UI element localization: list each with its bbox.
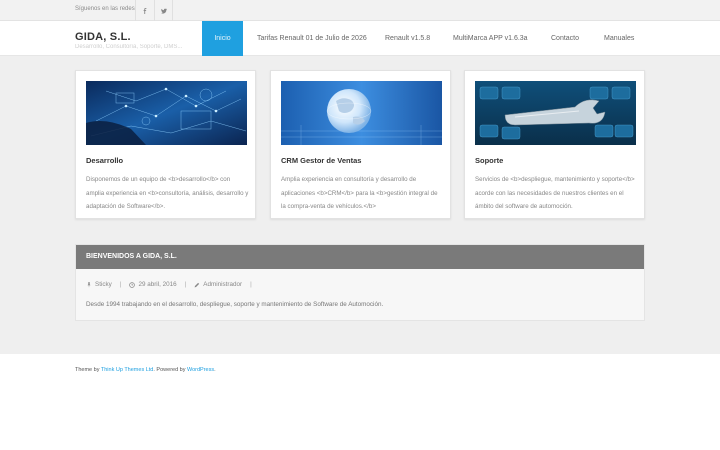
- nav-item-renault-v158[interactable]: Renault v1.5.8: [371, 21, 440, 56]
- twitter-icon: [160, 8, 167, 14]
- wordpress-link[interactable]: WordPress: [187, 367, 214, 373]
- nav-item-contacto[interactable]: Contacto: [537, 21, 590, 56]
- card-image-crm[interactable]: [281, 81, 442, 145]
- welcome-body: Desde 1994 trabajando en el desarrollo, …: [86, 301, 384, 308]
- post-date-link[interactable]: 29 abril, 2016: [138, 281, 176, 288]
- card-title[interactable]: Soporte: [475, 156, 503, 165]
- feature-card-soporte: Soporte Servicios de <b>despliegue, mant…: [464, 70, 645, 219]
- tech-network-image: [86, 81, 247, 145]
- clock-icon: [129, 281, 136, 288]
- main-nav: Inicio Tarifas Renault 01 de Julio de 20…: [202, 21, 640, 56]
- meta-separator: |: [119, 281, 122, 288]
- site-title[interactable]: GIDA, S.L.: [75, 31, 131, 43]
- welcome-header: BIENVENIDOS A GIDA, S.L.: [76, 245, 644, 269]
- site-header: GIDA, S.L. Desarrollo, Consultoría, Sopo…: [0, 21, 720, 56]
- pencil-icon: [194, 282, 200, 287]
- feature-card-crm: CRM Gestor de Ventas Amplia experiencia …: [270, 70, 451, 219]
- post-author-link[interactable]: Administrador: [203, 281, 242, 288]
- footer-suffix: .: [214, 367, 216, 373]
- welcome-heading: BIENVENIDOS A GIDA, S.L.: [86, 253, 177, 260]
- card-text: Amplia experiencia en consultoría y desa…: [281, 176, 438, 210]
- card-title[interactable]: CRM Gestor de Ventas: [281, 156, 361, 165]
- theme-link[interactable]: Think Up Themes Ltd: [101, 367, 153, 373]
- wrench-keyboard-image: [475, 81, 636, 145]
- footer-credits: Theme by Think Up Themes Ltd. Powered by…: [75, 367, 216, 373]
- sticky-label: Sticky: [95, 281, 112, 288]
- welcome-post: BIENVENIDOS A GIDA, S.L. Sticky | 29 abr…: [75, 244, 645, 321]
- twitter-link[interactable]: [154, 0, 173, 21]
- meta-separator: |: [184, 281, 187, 288]
- card-image-desarrollo[interactable]: [86, 81, 247, 145]
- post-meta: Sticky | 29 abril, 2016 | Administrador …: [86, 281, 260, 288]
- footer-middle: . Powered by: [153, 367, 188, 373]
- feature-card-desarrollo: Desarrollo Disponemos de un equipo de <b…: [75, 70, 256, 219]
- nav-item-multimarca-app[interactable]: MultiMarca APP v1.6.3a: [440, 21, 537, 56]
- nav-item-tarifas-renault[interactable]: Tarifas Renault 01 de Julio de 2026: [243, 21, 371, 56]
- globe-image: [281, 81, 442, 145]
- facebook-icon: [143, 7, 147, 14]
- meta-separator: |: [250, 281, 252, 288]
- card-title[interactable]: Desarrollo: [86, 156, 123, 165]
- top-bar: Síguenos en las redes: [0, 0, 720, 21]
- nav-item-inicio[interactable]: Inicio: [202, 21, 243, 56]
- nav-item-manuales[interactable]: Manuales: [590, 21, 640, 56]
- footer-prefix: Theme by: [75, 367, 101, 373]
- card-text: Servicios de <b>despliegue, mantenimient…: [475, 176, 635, 210]
- pin-icon: [87, 281, 91, 288]
- follow-text: Síguenos en las redes: [75, 6, 135, 12]
- site-description: Desarrollo, Consultoría, Soporte, DMS...: [75, 44, 183, 50]
- facebook-link[interactable]: [135, 0, 154, 21]
- card-image-soporte[interactable]: [475, 81, 636, 145]
- card-text: Disponemos de un equipo de <b>desarrollo…: [86, 176, 249, 210]
